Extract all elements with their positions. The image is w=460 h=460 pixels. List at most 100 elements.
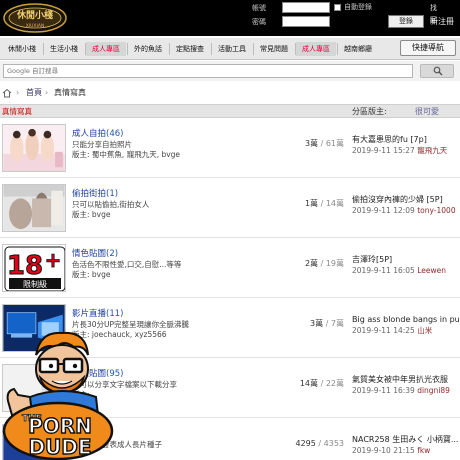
post-count: 19萬 xyxy=(325,259,344,268)
last-post-user[interactable]: Leewen xyxy=(417,266,446,275)
badge-plus-text: + xyxy=(45,248,62,272)
last-post-meta: 2019-9-11 16:39 dingni89 xyxy=(352,386,450,396)
forum-stats: 14萬 / 22萬 xyxy=(299,379,344,388)
nav-item-8[interactable]: 成人專區 xyxy=(296,42,336,56)
thread-count: 3萬 xyxy=(310,319,324,328)
search-bar: Google 自訂搜尋 xyxy=(0,61,460,81)
remember-label: 自動登錄 xyxy=(344,3,372,11)
section-mods-label: 分區版主: xyxy=(352,107,387,116)
remember-checkbox[interactable] xyxy=(334,4,341,11)
section-mods-name[interactable]: 很可愛 xyxy=(415,105,439,118)
search-icon xyxy=(433,66,443,76)
quick-nav-button[interactable]: 快捷導航 xyxy=(400,40,456,56)
moderators-label: 版主: xyxy=(72,270,90,279)
thread-count: 3萬 xyxy=(304,139,319,148)
badge-18-text: 18 xyxy=(7,251,43,281)
moderators-names[interactable]: bvge xyxy=(92,210,111,219)
quick-nav-label: 快捷導航 xyxy=(412,43,444,52)
last-post-meta: 2019-9-11 16:05 Leewen xyxy=(352,266,446,276)
nav-item-6[interactable]: 活動工具 xyxy=(212,42,252,56)
last-post-time: 2019-9-11 12:09 xyxy=(352,206,415,215)
forum-row: 偷拍街拍 (1) 只可以貼偷拍,街拍女人 版主: bvge 1萬 / 14萬 偷… xyxy=(0,178,460,238)
nav-item-2[interactable]: 生活小棧 xyxy=(44,42,84,56)
last-post-title[interactable]: 有大嘉患思的fu [7p] xyxy=(352,134,427,145)
forum-moderators: 版主: bvge xyxy=(72,210,111,220)
last-post-title[interactable]: 吉澤玲[5P] xyxy=(352,254,392,265)
forum-stats: 4295 / 4353 xyxy=(295,439,345,448)
site-header: 休閒小棧 XIUXIAN 帳號 自動登錄 找回 密碼 登錄 新注冊 xyxy=(0,0,460,36)
last-post-title[interactable]: 氣質美女被中年男扒光衣服 xyxy=(352,374,448,385)
nav-item-4[interactable]: 外的魚話 xyxy=(128,42,168,56)
section-header: 真情寫真 分區版主: 很可愛 xyxy=(0,104,460,118)
mascot-line3: DUDE xyxy=(28,435,91,459)
post-count: 7萬 xyxy=(330,319,344,328)
logo-subtext: XIUXIAN xyxy=(26,23,45,29)
forum-title[interactable]: 影片直播 xyxy=(72,309,106,320)
last-post-title[interactable]: Big ass blonde bangs in pu xyxy=(352,314,460,325)
forum-new-count: (11) xyxy=(106,309,124,319)
forum-title[interactable]: 成人自拍 xyxy=(72,129,106,140)
last-post-meta: 2019-9-11 15:27 寵飛九天 xyxy=(352,146,447,156)
last-post-time: 2019-9-11 15:27 xyxy=(352,146,415,155)
forum-new-count: (46) xyxy=(106,129,124,139)
last-post-time: 2019-9-10 21:15 xyxy=(352,446,415,455)
search-button[interactable] xyxy=(420,64,454,78)
remember-me[interactable]: 自動登錄 xyxy=(334,3,394,13)
last-post-title[interactable]: 偷拍沒穿內褲的少婦 [5P] xyxy=(352,194,443,205)
nav-item-1[interactable]: 休閒小棧 xyxy=(2,42,42,56)
breadcrumb-home[interactable]: 首頁 xyxy=(26,86,42,100)
section-title[interactable]: 真情寫真 xyxy=(2,105,32,118)
password-input[interactable] xyxy=(282,16,330,27)
last-post-time: 2019-9-11 16:05 xyxy=(352,266,415,275)
search-input[interactable]: Google 自訂搜尋 xyxy=(3,64,413,78)
site-logo[interactable]: 休閒小棧 XIUXIAN xyxy=(2,2,68,34)
moderators-label: 版主: xyxy=(72,210,90,219)
moderators-label: 版主: xyxy=(72,150,90,159)
account-input[interactable] xyxy=(282,2,330,13)
forum-thumbnail[interactable] xyxy=(2,124,66,172)
post-count: 61萬 xyxy=(325,139,344,148)
last-post-time: 2019-9-11 14:25 xyxy=(352,326,415,335)
last-post-title[interactable]: NACR258 生田みく 小柄寶... xyxy=(352,434,458,445)
register-link[interactable]: 新注冊 xyxy=(430,15,454,28)
nav-item-9[interactable]: 越南鄉廳 xyxy=(338,42,378,56)
last-post-meta: 2019-9-10 21:15 fkw xyxy=(352,446,430,456)
last-post-meta: 2019-9-11 12:09 tony-1000 xyxy=(352,206,456,216)
breadcrumb-separator-icon: › xyxy=(45,88,49,97)
breadcrumb-current[interactable]: 真情寫真 xyxy=(54,86,86,100)
breadcrumb-separator-icon: › xyxy=(16,88,20,97)
last-post-meta: 2019-9-11 14:25 山米 xyxy=(352,326,432,336)
post-count: 4353 xyxy=(323,439,344,448)
forum-title[interactable]: 偷拍街拍 xyxy=(72,189,106,200)
forum-row: 成人自拍 (46) 只能分享自拍照片 版主: 蜀中蕉魚, 寵飛九天, bvge … xyxy=(0,118,460,178)
last-post-user[interactable]: 山米 xyxy=(417,326,432,335)
nav-item-3[interactable]: 成人專區 xyxy=(86,42,126,56)
post-count: 14萬 xyxy=(325,199,344,208)
login-button[interactable]: 登錄 xyxy=(388,15,424,28)
last-post-user[interactable]: fkw xyxy=(417,446,430,455)
forum-stats: 3萬 / 61萬 xyxy=(304,139,344,148)
thread-count: 1萬 xyxy=(304,199,319,208)
moderators-names[interactable]: 蜀中蕉魚, 寵飛九天, bvge xyxy=(92,150,180,159)
thread-count: 14萬 xyxy=(299,379,319,388)
thread-count: 4295 xyxy=(295,439,316,448)
nav-item-5[interactable]: 定點搜查 xyxy=(170,42,210,56)
porn-dude-mascot-badge[interactable]: THE PORN DUDE xyxy=(0,325,116,460)
moderators-names[interactable]: bvge xyxy=(92,270,111,279)
breadcrumb: › 首頁 › 真情寫真 xyxy=(0,86,460,100)
last-post-user[interactable]: dingni89 xyxy=(417,386,450,395)
last-post-user[interactable]: 寵飛九天 xyxy=(417,146,447,155)
forum-thumbnail[interactable]: 18 + 限制級 xyxy=(2,244,66,292)
forum-thumbnail[interactable] xyxy=(2,184,66,232)
nav-item-7[interactable]: 常見問題 xyxy=(254,42,294,56)
forum-stats: 1萬 / 14萬 xyxy=(304,199,344,208)
forum-title[interactable]: 情色貼圖 xyxy=(72,249,106,260)
password-label: 密碼 xyxy=(252,18,266,26)
last-post-user[interactable]: tony-1000 xyxy=(417,206,455,215)
logo-text: 休閒小棧 xyxy=(16,9,53,21)
home-icon[interactable] xyxy=(2,88,12,98)
forum-new-count: (1) xyxy=(106,189,119,199)
account-label: 帳號 xyxy=(252,4,266,12)
forum-row: 18 + 限制級 情色貼圖 (2) 色活色不限性愛,口交,自慰...等等 版主:… xyxy=(0,238,460,298)
forum-moderators: 版主: 蜀中蕉魚, 寵飛九天, bvge xyxy=(72,150,180,160)
